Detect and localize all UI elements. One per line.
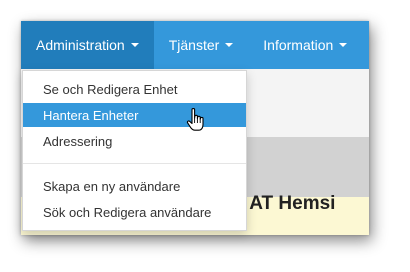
menu-divider — [23, 163, 246, 164]
nav-tjanster[interactable]: Tjänster — [154, 21, 249, 69]
caret-down-icon — [130, 43, 139, 47]
menu-item-hantera-enheter[interactable]: Hantera Enheter — [23, 103, 246, 127]
menu-item-label: Sök och Redigera användare — [43, 204, 212, 220]
administration-dropdown-menu: Se och Redigera Enhet Hantera Enheter Ad… — [22, 70, 247, 231]
menu-item-label: Hantera Enheter — [43, 107, 139, 123]
top-navbar: Administration Tjänster Information — [21, 21, 369, 69]
nav-information[interactable]: Information — [248, 21, 362, 69]
nav-administration-label: Administration — [36, 37, 125, 53]
page-heading: t: AT Hemsi — [232, 193, 336, 214]
caret-down-icon — [225, 43, 234, 47]
menu-item-label: Se och Redigera Enhet — [43, 81, 178, 97]
menu-item-adressering[interactable]: Adressering — [23, 129, 246, 153]
menu-item-label: Skapa en ny användare — [43, 178, 181, 194]
caret-down-icon — [339, 43, 348, 47]
menu-item-sok-och-redigera-anvandare[interactable]: Sök och Redigera användare — [23, 200, 246, 224]
nav-information-label: Information — [263, 37, 334, 53]
nav-administration[interactable]: Administration — [21, 21, 154, 69]
hand-pointer-icon — [186, 107, 204, 131]
nav-tjanster-label: Tjänster — [168, 37, 220, 53]
menu-item-se-och-redigera-enhet[interactable]: Se och Redigera Enhet — [23, 77, 246, 101]
menu-item-label: Adressering — [43, 133, 113, 149]
menu-item-skapa-ny-anvandare[interactable]: Skapa en ny användare — [23, 174, 246, 198]
